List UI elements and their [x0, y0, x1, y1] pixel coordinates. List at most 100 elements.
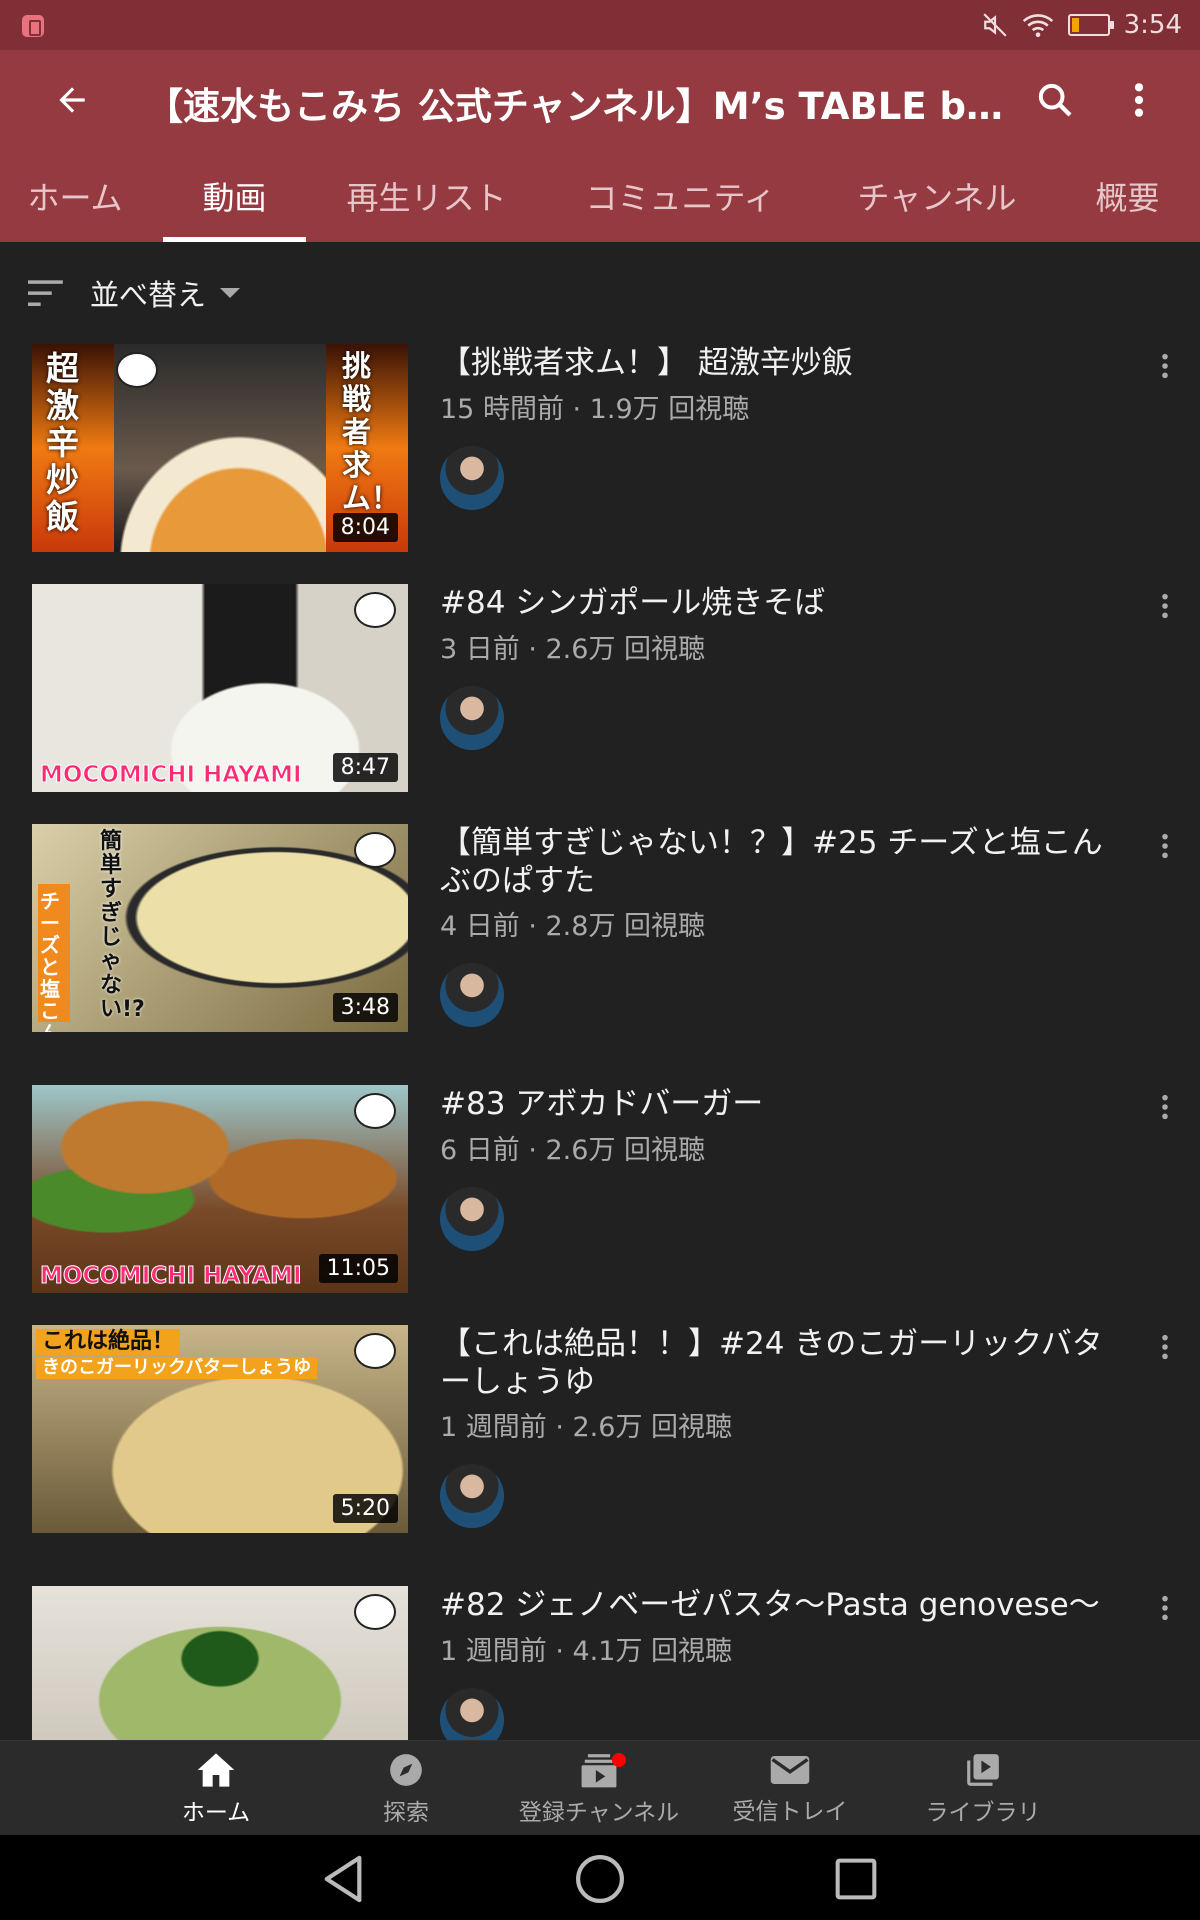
square-recents-icon: [835, 1858, 877, 1900]
thumbnail-caption: これは絶品！: [36, 1329, 181, 1355]
system-back-button[interactable]: [316, 1851, 372, 1907]
video-thumbnail[interactable]: MOCOMICHI HAYAMI 8:47: [32, 584, 408, 792]
video-item[interactable]: チーズと塩こんぶのぱすた 簡単すぎじゃない!? 3:48 【簡単すぎじゃない！？…: [0, 824, 1200, 1084]
thumbnail-caption: MOCOMICHI HAYAMI: [40, 762, 303, 788]
video-thumbnail[interactable]: [32, 1586, 408, 1740]
nav-home[interactable]: ホーム: [121, 1741, 311, 1836]
explore-icon: [390, 1753, 422, 1786]
channel-logo-icon: [354, 1594, 396, 1630]
video-item[interactable]: #82 ジェノベーゼパスタ〜Pasta genovese〜 1 週間前 · 4.…: [0, 1586, 1200, 1740]
thumbnail-caption: 簡単すぎじゃない!?: [100, 829, 145, 1022]
video-meta: 3 日前 · 2.6万 回視聴: [440, 634, 706, 665]
more-vert-icon: [1162, 833, 1168, 859]
more-vert-icon: [1162, 1094, 1168, 1120]
channel-logo-icon: [354, 1093, 396, 1129]
nav-library[interactable]: ライブラリ: [888, 1741, 1078, 1836]
system-navigation-bar: [0, 1835, 1200, 1920]
notification-badge: [612, 1753, 626, 1767]
nav-label: ホーム: [181, 1799, 251, 1826]
video-item[interactable]: MOCOMICHI HAYAMI 8:47 #84 シンガポール焼きそば 3 日…: [0, 584, 1200, 814]
channel-avatar[interactable]: [440, 686, 504, 750]
system-home-button[interactable]: [572, 1851, 628, 1907]
tab-community[interactable]: コミュニティ: [568, 150, 793, 242]
channel-avatar[interactable]: [440, 963, 504, 1027]
video-meta: 15 時間前 · 1.9万 回視聴: [440, 394, 750, 425]
channel-avatar[interactable]: [440, 1464, 504, 1528]
video-menu-button[interactable]: [1150, 1085, 1180, 1129]
video-duration: 5:20: [332, 1494, 398, 1523]
wifi-icon: [1022, 14, 1053, 38]
video-thumbnail[interactable]: MOCOMICHI HAYAMI 11:05: [32, 1085, 408, 1293]
nav-subscriptions[interactable]: 登録チャンネル: [504, 1741, 694, 1836]
video-menu-button[interactable]: [1150, 584, 1180, 628]
video-thumbnail[interactable]: チーズと塩こんぶのぱすた 簡単すぎじゃない!? 3:48: [32, 824, 408, 1032]
video-meta: 1 週間前 · 2.6万 回視聴: [440, 1412, 733, 1443]
more-vert-icon: [1162, 353, 1168, 379]
more-options-button[interactable]: [1118, 72, 1160, 128]
system-recents-button[interactable]: [828, 1851, 884, 1907]
video-meta: 1 週間前 · 4.1万 回視聴: [440, 1636, 733, 1667]
nav-label: 登録チャンネル: [518, 1799, 680, 1826]
more-vert-icon: [1162, 1334, 1168, 1360]
video-thumbnail[interactable]: 超激辛炒飯 挑戦者求ム！ 8:04: [32, 344, 408, 552]
thumbnail-caption: チーズと塩こんぶのぱすた: [40, 889, 60, 1032]
video-duration: 8:47: [332, 753, 398, 782]
search-icon: [1038, 83, 1072, 117]
thumbnail-caption: きのこガーリックバターしょうゆ: [36, 1357, 318, 1379]
channel-tabs: ホーム 動画 再生リスト コミュニティ チャンネル 概要: [0, 150, 1200, 242]
video-item[interactable]: 超激辛炒飯 挑戦者求ム！ 8:04 【挑戦者求ム！】 超激辛炒飯 15 時間前 …: [0, 344, 1200, 574]
mute-icon: [983, 13, 1007, 37]
channel-header: 【速水もこみち 公式チャンネル】M’s TABLE by MOCOMICHI H…: [0, 50, 1200, 242]
video-title[interactable]: #83 アボカドバーガー: [440, 1085, 1120, 1123]
channel-title: 【速水もこみち 公式チャンネル】M’s TABLE by MOCOMICHI H…: [146, 85, 1006, 128]
video-duration: 11:05: [318, 1254, 398, 1283]
channel-logo-icon: [354, 832, 396, 868]
thumbnail-caption: 挑戦者求ム！: [342, 349, 401, 515]
status-bar: 3:54: [0, 0, 1200, 50]
sort-label: 並べ替え: [90, 278, 207, 312]
channel-avatar[interactable]: [440, 446, 504, 510]
video-list: 超激辛炒飯 挑戦者求ム！ 8:04 【挑戦者求ム！】 超激辛炒飯 15 時間前 …: [0, 344, 1200, 1740]
channel-logo-icon: [116, 352, 158, 388]
triangle-back-icon: [324, 1855, 362, 1903]
video-item[interactable]: MOCOMICHI HAYAMI 11:05 #83 アボカドバーガー 6 日前…: [0, 1085, 1200, 1315]
channel-logo-icon: [354, 1333, 396, 1369]
channel-avatar[interactable]: [440, 1187, 504, 1251]
search-button[interactable]: [1027, 72, 1083, 128]
more-vert-icon: [1162, 1595, 1168, 1621]
video-meta: 6 日前 · 2.6万 回視聴: [440, 1135, 706, 1166]
video-title[interactable]: 【簡単すぎじゃない！？】#25 チーズと塩こんぶのぱすた: [440, 824, 1120, 900]
video-title[interactable]: 【挑戦者求ム！】 超激辛炒飯: [440, 344, 1120, 382]
video-title[interactable]: #84 シンガポール焼きそば: [440, 584, 1120, 622]
nav-inbox[interactable]: 受信トレイ: [695, 1741, 885, 1836]
video-menu-button[interactable]: [1150, 1586, 1180, 1630]
back-button[interactable]: [42, 72, 102, 128]
status-icons: 3:54: [982, 0, 1200, 50]
tab-home[interactable]: ホーム: [12, 150, 138, 242]
library-icon: [967, 1753, 999, 1786]
status-time: 3:54: [1123, 10, 1182, 40]
video-menu-button[interactable]: [1150, 1325, 1180, 1369]
tab-videos[interactable]: 動画: [163, 150, 306, 242]
video-title[interactable]: 【これは絶品！！】#24 きのこガーリックバターしょうゆ: [440, 1325, 1120, 1401]
home-icon: [197, 1752, 235, 1787]
tab-about[interactable]: 概要: [1080, 150, 1175, 242]
video-duration: 3:48: [332, 993, 398, 1022]
inbox-icon: [770, 1755, 810, 1784]
video-menu-button[interactable]: [1150, 824, 1180, 868]
channel-avatar[interactable]: [440, 1688, 504, 1740]
nav-explore[interactable]: 探索: [311, 1741, 501, 1836]
more-vert-icon: [1134, 83, 1144, 117]
tab-playlists[interactable]: 再生リスト: [330, 150, 523, 242]
sort-control[interactable]: 並べ替え: [28, 270, 241, 316]
bottom-navigation: ホーム 探索 登録チャンネル 受信トレイ ライブラリ: [0, 1740, 1200, 1835]
tab-channels[interactable]: チャンネル: [842, 150, 1032, 242]
video-menu-button[interactable]: [1150, 344, 1180, 388]
video-item[interactable]: これは絶品！ きのこガーリックバターしょうゆ 5:20 【これは絶品！！】#24…: [0, 1325, 1200, 1585]
thumbnail-caption: MOCOMICHI HAYAMI: [40, 1263, 303, 1289]
battery-icon: [1067, 14, 1114, 36]
video-duration: 8:04: [332, 513, 398, 542]
video-thumbnail[interactable]: これは絶品！ きのこガーリックバターしょうゆ 5:20: [32, 1325, 408, 1533]
notification-icon: [22, 15, 44, 37]
video-title[interactable]: #82 ジェノベーゼパスタ〜Pasta genovese〜: [440, 1586, 1120, 1624]
